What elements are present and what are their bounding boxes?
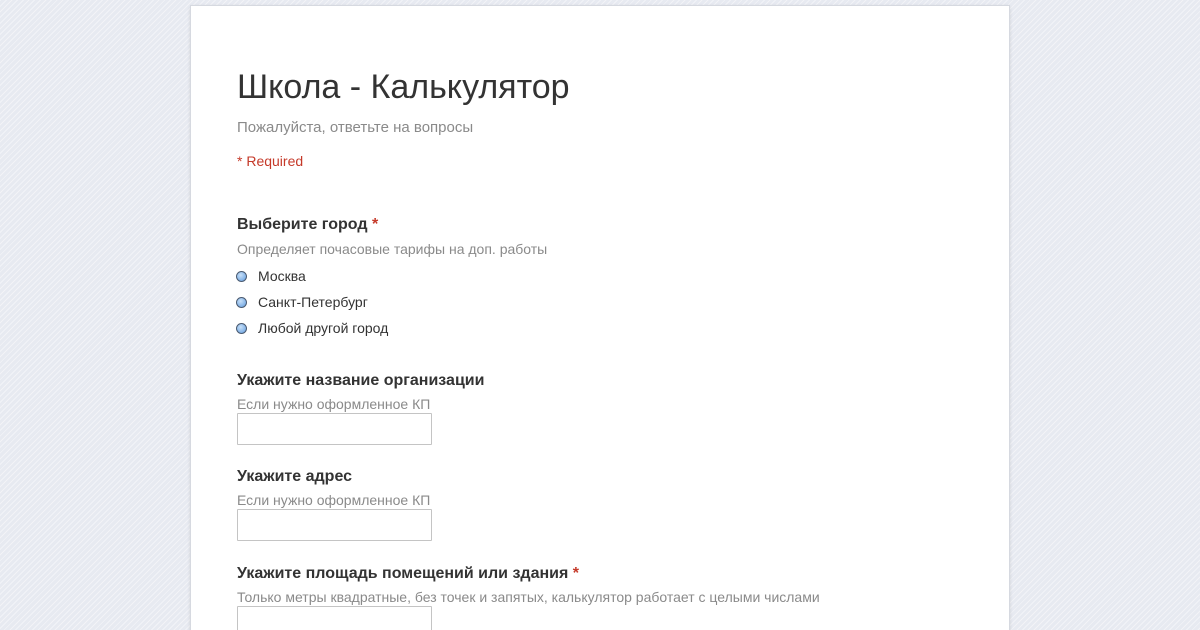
- question-area-title: Укажите площадь помещений или здания *: [237, 565, 579, 583]
- required-star: *: [572, 565, 579, 582]
- question-area-help: Только метры квадратные, без точек и зап…: [237, 589, 820, 605]
- radio-button[interactable]: [236, 296, 247, 308]
- radio-option-moscow[interactable]: Москва: [236, 265, 306, 287]
- question-city-help: Определяет почасовые тарифы на доп. рабо…: [237, 241, 548, 257]
- question-city-title: Выберите город *: [237, 216, 378, 234]
- question-organization-title: Укажите название организации: [237, 372, 485, 389]
- radio-button[interactable]: [236, 322, 247, 334]
- radio-button[interactable]: [236, 270, 247, 282]
- area-input[interactable]: [237, 606, 432, 630]
- radio-option-label: Любой другой город: [258, 320, 389, 336]
- question-address-help: Если нужно оформленное КП: [237, 492, 431, 508]
- required-note: * Required: [237, 153, 304, 169]
- required-star: *: [371, 216, 379, 233]
- question-address-title: Укажите адрес: [237, 468, 353, 485]
- radio-option-spb[interactable]: Санкт-Петербург: [236, 291, 368, 313]
- form-title: Школа - Калькулятор: [237, 68, 570, 106]
- form-card: Школа - Калькулятор Пожалуйста, ответьте…: [191, 6, 1009, 630]
- radio-option-label: Санкт-Петербург: [258, 294, 368, 310]
- radio-option-label: Москва: [258, 268, 306, 284]
- radio-option-other-city[interactable]: Любой другой город: [236, 317, 388, 339]
- form-description: Пожалуйста, ответьте на вопросы: [237, 119, 474, 136]
- address-input[interactable]: [237, 509, 432, 541]
- question-organization-help: Если нужно оформленное КП: [237, 396, 431, 412]
- question-city-label: Выберите город: [237, 216, 368, 233]
- question-area-label: Укажите площадь помещений или здания: [237, 565, 569, 582]
- organization-input[interactable]: [237, 413, 432, 445]
